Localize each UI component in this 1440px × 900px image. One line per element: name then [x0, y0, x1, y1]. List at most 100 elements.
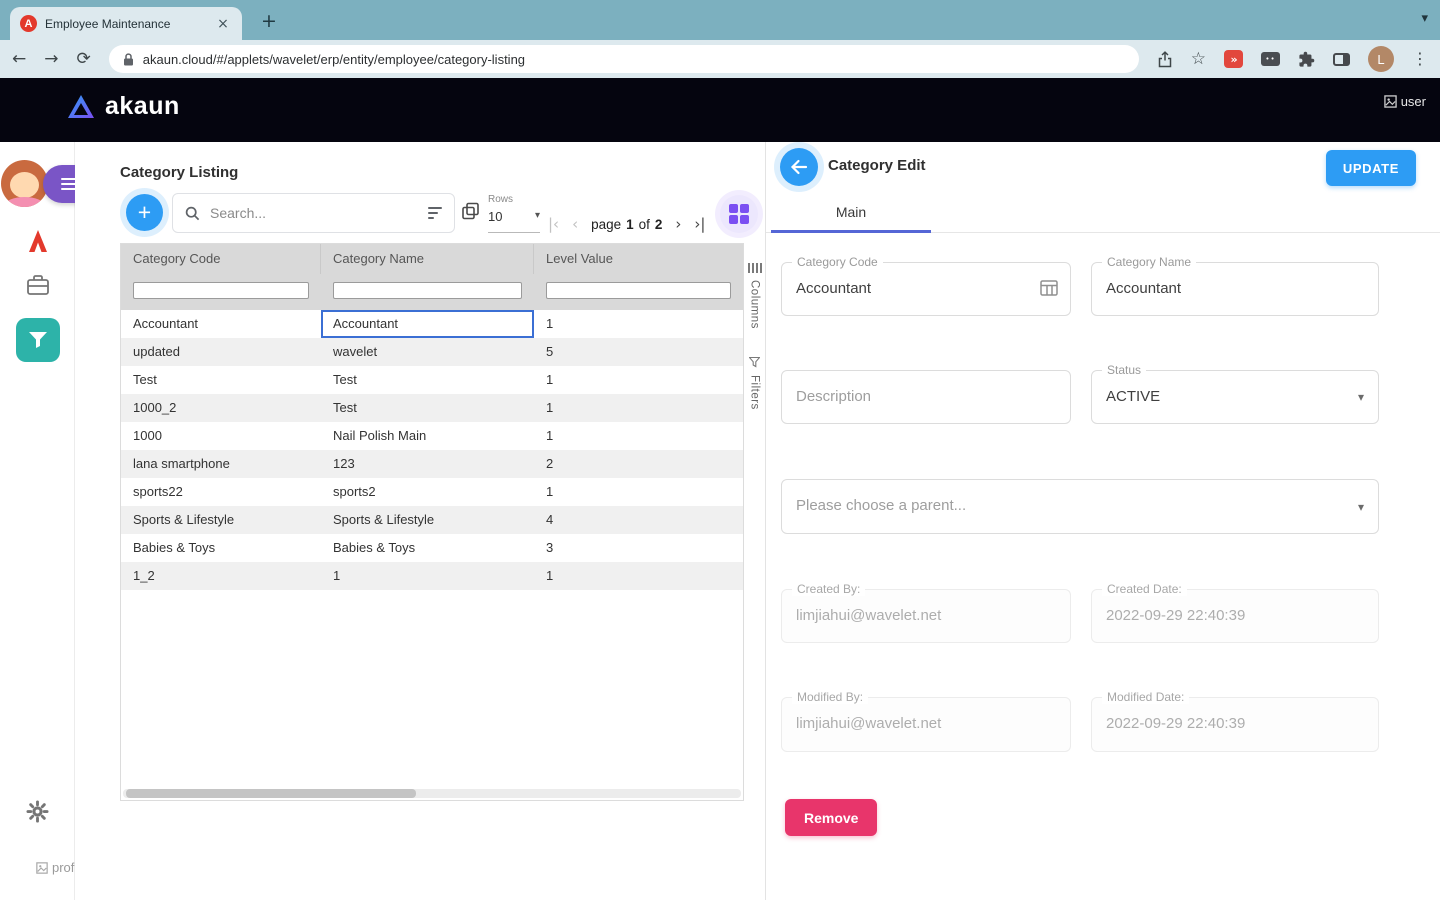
search-input[interactable]	[208, 204, 420, 222]
tab-main[interactable]: Main	[771, 197, 931, 232]
browser-tab-strip: A Employee Maintenance × + ▾	[0, 0, 1440, 40]
table-row[interactable]: AccountantAccountant1	[121, 310, 743, 338]
dark-extension-icon[interactable]: ••	[1261, 52, 1280, 66]
rows-per-page-select[interactable]: Rows 10 ▾	[488, 194, 540, 233]
filters-toggle[interactable]: Filters	[749, 375, 761, 410]
remove-button[interactable]: Remove	[785, 799, 877, 836]
table-cell[interactable]: 2	[534, 450, 743, 478]
add-category-button[interactable]: +	[126, 194, 163, 231]
lock-icon[interactable]	[123, 53, 134, 66]
filter-list-icon[interactable]	[428, 207, 442, 219]
parent-select[interactable]: Please choose a parent... ▾	[781, 479, 1379, 534]
header-category-code[interactable]: Category Code	[121, 244, 321, 274]
table-cell[interactable]: 1	[534, 422, 743, 450]
table-cell[interactable]: Accountant	[321, 310, 534, 338]
browser-profile-avatar[interactable]: L	[1368, 46, 1394, 72]
back-button[interactable]	[780, 148, 818, 186]
table-cell[interactable]: 1000_2	[121, 394, 321, 422]
url-bar[interactable]: akaun.cloud/#/applets/wavelet/erp/entity…	[109, 45, 1139, 73]
scrollbar-thumb[interactable]	[126, 789, 416, 798]
table-cell[interactable]: lana smartphone	[121, 450, 321, 478]
side-panel-icon[interactable]	[1333, 53, 1350, 66]
header-category-name[interactable]: Category Name	[321, 244, 534, 274]
filter-input-category-code[interactable]	[133, 282, 309, 299]
user-broken-image[interactable]: user	[1384, 94, 1426, 109]
rail-item-briefcase[interactable]	[0, 274, 75, 296]
share-icon[interactable]	[1157, 51, 1173, 68]
modified-by-value: limjiahui@wavelet.net	[782, 698, 1070, 750]
table-cell[interactable]: Test	[321, 394, 534, 422]
header-level-value[interactable]: Level Value	[534, 244, 743, 274]
table-cell[interactable]: Test	[321, 366, 534, 394]
akaun-logo[interactable]: akaun	[66, 92, 180, 121]
table-row[interactable]: Babies & ToysBabies & Toys3	[121, 534, 743, 562]
profile-broken-image[interactable]: profi	[36, 860, 77, 875]
table-cell[interactable]: 1	[534, 478, 743, 506]
profile-avatar-image[interactable]	[1, 160, 48, 207]
table-cell[interactable]: Test	[121, 366, 321, 394]
status-select[interactable]: Status ACTIVE ▾	[1091, 370, 1379, 424]
filter-input-category-name[interactable]	[333, 282, 522, 299]
table-cell[interactable]: 1	[534, 366, 743, 394]
filter-input-level-value[interactable]	[546, 282, 731, 299]
table-cell[interactable]: Sports & Lifestyle	[321, 506, 534, 534]
columns-toggle[interactable]: Columns	[749, 280, 761, 329]
first-page-button[interactable]: |‹	[548, 217, 559, 232]
table-cell[interactable]: 4	[534, 506, 743, 534]
back-icon[interactable]: ←	[12, 51, 26, 68]
briefcase-icon	[26, 274, 50, 296]
bookmark-star-icon[interactable]: ☆	[1191, 51, 1206, 68]
next-page-button[interactable]: ›	[675, 217, 681, 232]
update-button[interactable]: UPDATE	[1326, 150, 1416, 186]
table-cell[interactable]: Babies & Toys	[121, 534, 321, 562]
active-applet-tile[interactable]	[16, 318, 60, 362]
table-row[interactable]: updatedwavelet5	[121, 338, 743, 366]
rail-item-settings[interactable]	[0, 800, 75, 823]
table-cell[interactable]: Sports & Lifestyle	[121, 506, 321, 534]
user-broken-alt: user	[1401, 94, 1426, 109]
table-row[interactable]: Sports & LifestyleSports & Lifestyle4	[121, 506, 743, 534]
red-extension-icon[interactable]: »	[1224, 50, 1243, 68]
table-row[interactable]: sports22sports21	[121, 478, 743, 506]
table-cell[interactable]: sports2	[321, 478, 534, 506]
new-tab-button[interactable]: +	[256, 8, 282, 34]
table-cell[interactable]: sports22	[121, 478, 321, 506]
table-cell[interactable]: Nail Polish Main	[321, 422, 534, 450]
table-cell[interactable]: 1000	[121, 422, 321, 450]
description-field[interactable]: Description	[781, 370, 1071, 424]
table-cell[interactable]: 1	[534, 394, 743, 422]
tab-search-chevron-icon[interactable]: ▾	[1421, 11, 1428, 26]
table-cell[interactable]: 1	[321, 562, 534, 590]
rail-item-pdf[interactable]	[0, 228, 75, 254]
reload-icon[interactable]: ⟳	[77, 51, 91, 68]
table-cell[interactable]: 123	[321, 450, 534, 478]
table-row[interactable]: 1000_2Test1	[121, 394, 743, 422]
table-row[interactable]: 1000Nail Polish Main1	[121, 422, 743, 450]
extensions-puzzle-icon[interactable]	[1298, 51, 1315, 68]
table-cell[interactable]: 3	[534, 534, 743, 562]
lookup-table-icon[interactable]	[1040, 280, 1058, 301]
table-cell[interactable]: updated	[121, 338, 321, 366]
table-cell[interactable]: 1_2	[121, 562, 321, 590]
table-row[interactable]: TestTest1	[121, 366, 743, 394]
forward-icon[interactable]: →	[44, 51, 58, 68]
prev-page-button[interactable]: ‹	[572, 217, 578, 232]
grid-view-button[interactable]	[720, 195, 758, 233]
table-cell[interactable]: 1	[534, 562, 743, 590]
horizontal-scrollbar[interactable]	[123, 789, 741, 798]
category-code-field[interactable]: Category Code Accountant	[781, 262, 1071, 316]
rail-item-active-applet[interactable]	[0, 318, 75, 362]
last-page-button[interactable]: ›|	[694, 217, 705, 232]
browser-tab[interactable]: A Employee Maintenance ×	[10, 7, 242, 40]
table-row[interactable]: 1_211	[121, 562, 743, 590]
tab-close-icon[interactable]: ×	[214, 15, 232, 33]
table-cell[interactable]: Babies & Toys	[321, 534, 534, 562]
pages-icon[interactable]	[461, 202, 480, 226]
table-row[interactable]: lana smartphone1232	[121, 450, 743, 478]
kebab-menu-icon[interactable]: ⋮	[1412, 51, 1428, 67]
table-cell[interactable]: wavelet	[321, 338, 534, 366]
table-cell[interactable]: 5	[534, 338, 743, 366]
table-cell[interactable]: 1	[534, 310, 743, 338]
category-name-field[interactable]: Category Name Accountant	[1091, 262, 1379, 316]
table-cell[interactable]: Accountant	[121, 310, 321, 338]
